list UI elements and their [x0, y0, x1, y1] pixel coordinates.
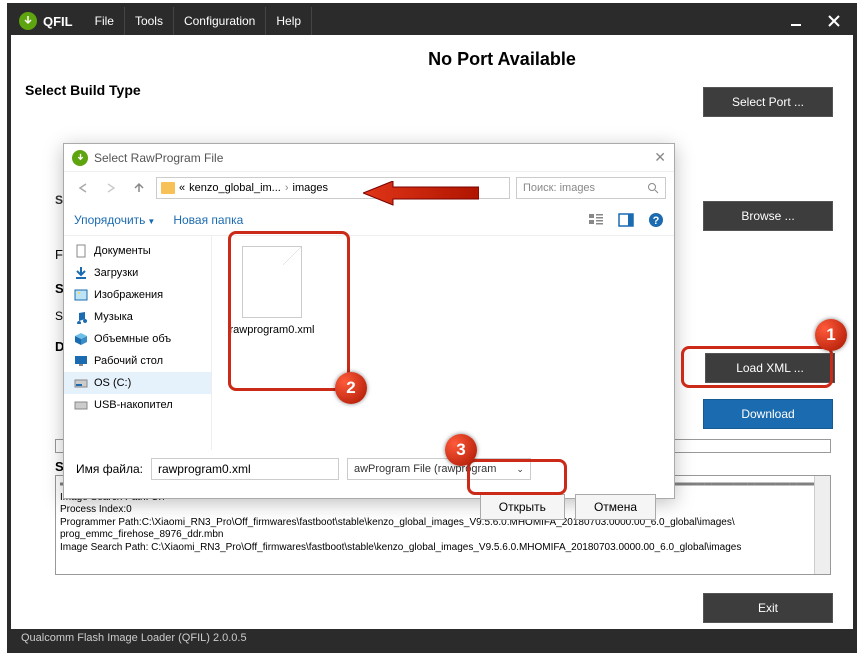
nav-back-button[interactable] — [72, 177, 94, 199]
close-button[interactable] — [815, 7, 853, 35]
nav-up-button[interactable] — [128, 177, 150, 199]
annotation-badge-1: 1 — [815, 319, 847, 351]
desktop-icon — [74, 354, 88, 368]
filename-input[interactable] — [151, 458, 339, 480]
search-icon — [647, 182, 659, 194]
usb-icon — [74, 398, 88, 412]
nav-forward-button[interactable] — [100, 177, 122, 199]
minimize-icon — [789, 14, 803, 28]
search-input[interactable]: Поиск: images — [516, 177, 666, 199]
side-f: F — [55, 247, 63, 262]
svg-text:?: ? — [653, 215, 660, 227]
sidebar-item-usb[interactable]: USB-накопител — [64, 394, 211, 416]
download-icon — [74, 266, 88, 280]
exit-button[interactable]: Exit — [703, 593, 833, 623]
cancel-button[interactable]: Отмена — [575, 494, 656, 520]
new-folder-button[interactable]: Новая папка — [173, 213, 243, 227]
open-button[interactable]: Открыть — [480, 494, 565, 520]
file-list[interactable]: rawprogram0.xml — [212, 236, 674, 450]
arrow-right-icon — [104, 181, 118, 195]
side-s3: S — [55, 309, 63, 323]
search-placeholder: Поиск: images — [523, 182, 595, 194]
sidebar-item-pictures[interactable]: Изображения — [64, 284, 211, 306]
menu-help[interactable]: Help — [266, 7, 312, 35]
app-title: QFIL — [43, 14, 85, 29]
dialog-title-text: Select RawProgram File — [94, 151, 223, 165]
sidebar-item-downloads[interactable]: Загрузки — [64, 262, 211, 284]
preview-pane-icon[interactable] — [618, 212, 634, 228]
side-s: S — [55, 193, 63, 207]
folder-icon — [161, 182, 175, 194]
breadcrumb-parent[interactable]: kenzo_global_im... — [189, 182, 281, 194]
title-bar: QFIL File Tools Configuration Help — [11, 7, 853, 35]
arrow-left-icon — [76, 181, 90, 195]
music-icon — [74, 310, 88, 324]
minimize-button[interactable] — [777, 7, 815, 35]
filetype-select[interactable]: awProgram File (rawprogram⌄ — [347, 458, 531, 480]
document-icon — [74, 244, 88, 258]
menu-tools[interactable]: Tools — [125, 7, 174, 35]
sidebar-item-documents[interactable]: Документы — [64, 240, 211, 262]
file-name: rawprogram0.xml — [222, 324, 322, 336]
sidebar-item-desktop[interactable]: Рабочий стол — [64, 350, 211, 372]
dialog-sidebar: Документы Загрузки Изображения Музыка Об… — [64, 236, 212, 450]
menu-configuration[interactable]: Configuration — [174, 7, 266, 35]
view-options-icon[interactable] — [588, 212, 604, 228]
file-dialog: Select RawProgram File ✕ « kenzo_global_… — [63, 143, 675, 499]
file-icon — [242, 246, 302, 318]
browse-button[interactable]: Browse ... — [703, 201, 833, 231]
disk-icon — [74, 376, 88, 390]
download-button[interactable]: Download — [703, 399, 833, 429]
cube-icon — [74, 332, 88, 346]
status-bar: Qualcomm Flash Image Loader (QFIL) 2.0.0… — [11, 629, 853, 649]
load-xml-button[interactable]: Load XML ... — [705, 353, 835, 383]
sidebar-item-os-c[interactable]: OS (C:) — [64, 372, 211, 394]
breadcrumb-current[interactable]: images — [293, 182, 328, 194]
sidebar-item-music[interactable]: Музыка — [64, 306, 211, 328]
sidebar-item-3dobjects[interactable]: Объемные объ — [64, 328, 211, 350]
organize-menu[interactable]: Упорядочить▼ — [74, 213, 155, 227]
picture-icon — [74, 288, 88, 302]
help-icon[interactable]: ? — [648, 212, 664, 228]
dialog-icon — [72, 150, 88, 166]
dialog-close-button[interactable]: ✕ — [654, 149, 666, 166]
filename-label: Имя файла: — [76, 462, 143, 476]
close-icon — [827, 14, 841, 28]
breadcrumb[interactable]: « kenzo_global_im... › images — [156, 177, 510, 199]
arrow-up-icon — [132, 181, 146, 195]
select-port-button[interactable]: Select Port ... — [703, 87, 833, 117]
port-status: No Port Available — [25, 43, 839, 76]
app-icon — [19, 12, 37, 30]
file-item-rawprogram0[interactable]: rawprogram0.xml — [222, 246, 322, 336]
menu-file[interactable]: File — [85, 7, 125, 35]
dialog-title-bar: Select RawProgram File ✕ — [64, 144, 674, 172]
log-scrollbar[interactable] — [814, 476, 830, 574]
